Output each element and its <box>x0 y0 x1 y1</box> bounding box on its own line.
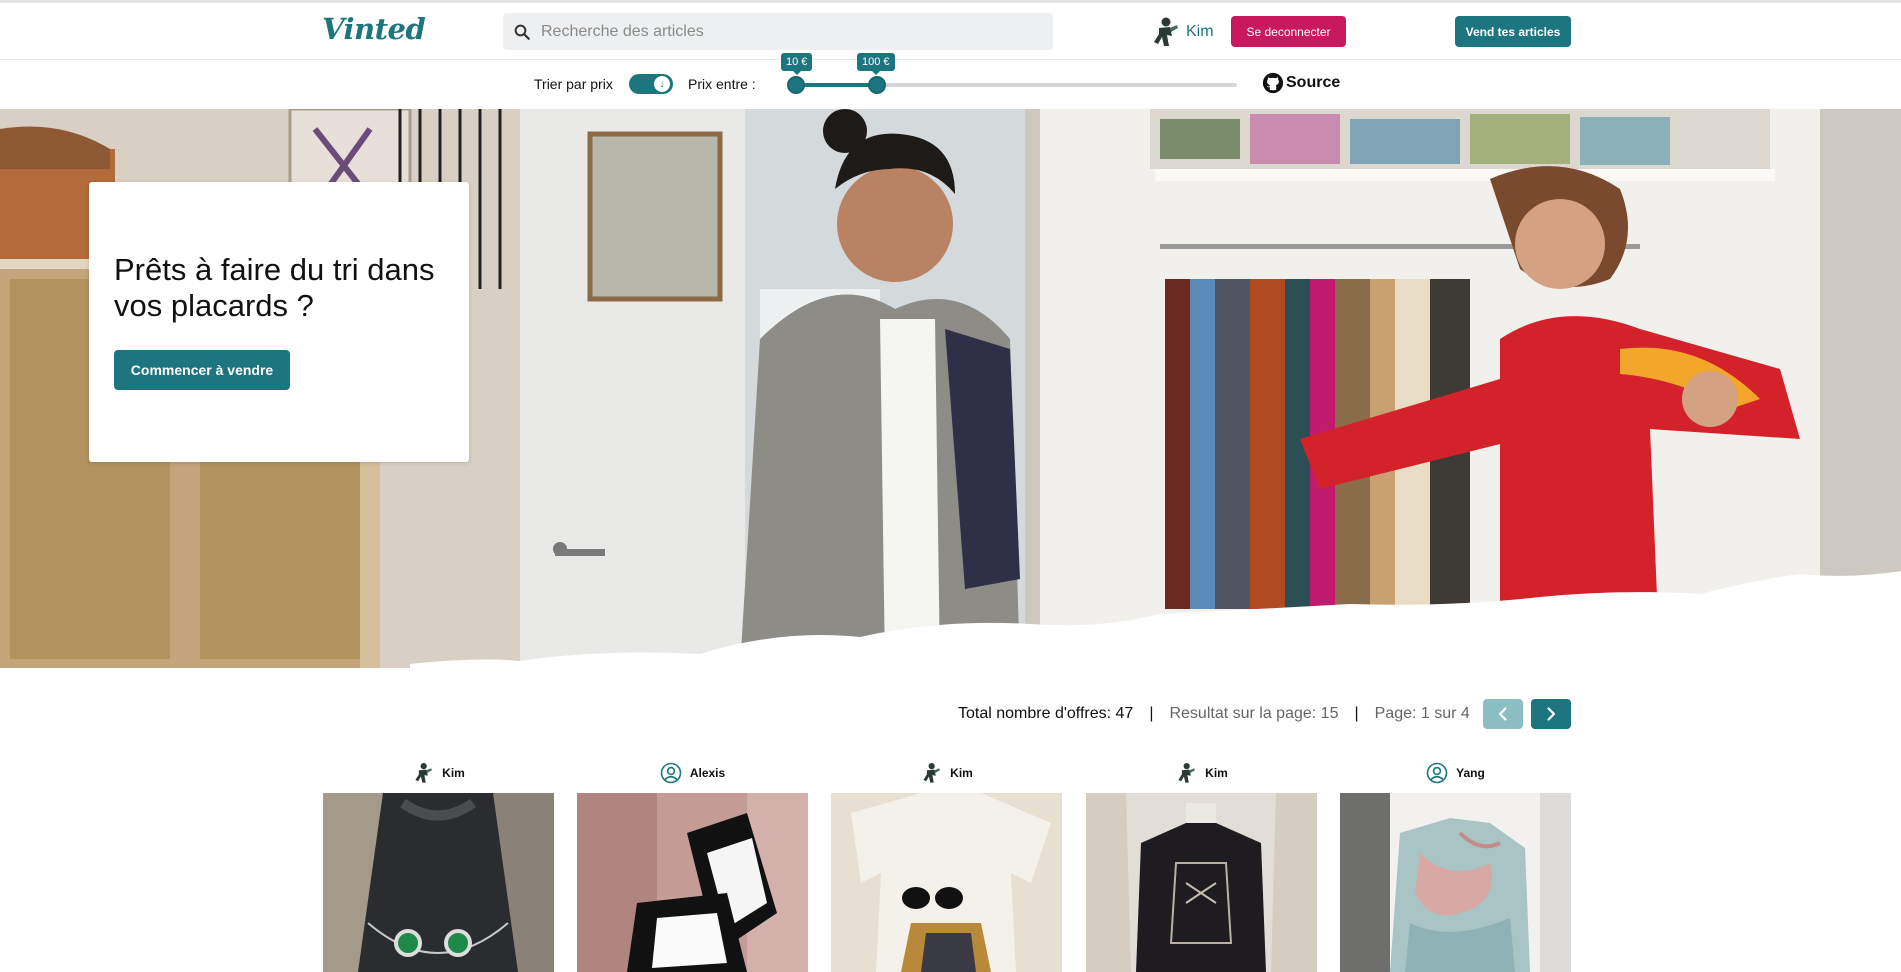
sort-by-price-toggle[interactable]: ↓ <box>629 74 673 94</box>
separator: | <box>1354 705 1359 722</box>
product-owner[interactable]: Kim <box>831 760 1062 786</box>
user-photo-avatar <box>1154 17 1178 46</box>
price-min-handle[interactable] <box>787 76 805 94</box>
price-max-tooltip: 100 € <box>857 53 895 75</box>
price-slider-range <box>796 83 877 87</box>
github-icon <box>1262 72 1284 94</box>
owner-name: Yang <box>1456 766 1485 780</box>
user-profile[interactable]: Kim <box>1150 13 1214 50</box>
source-link[interactable]: Source <box>1262 72 1340 94</box>
product-photo[interactable] <box>1340 793 1571 972</box>
logout-button[interactable]: Se deconnecter <box>1231 16 1346 47</box>
hero-card: Prêts à faire du tri dans vos placards ?… <box>89 182 469 462</box>
results-per-page: Resultat sur la page: 15 <box>1169 705 1339 722</box>
start-selling-button[interactable]: Commencer à vendre <box>114 350 290 390</box>
source-label: Source <box>1286 74 1341 91</box>
product-photo[interactable] <box>577 793 808 972</box>
header: Vinted Kim Se deconnecter Vend tes artic… <box>0 3 1901 60</box>
product-owner[interactable]: Kim <box>1086 760 1317 786</box>
separator: | <box>1149 705 1154 722</box>
user-outline-icon <box>660 762 682 784</box>
hero-title: Prêts à faire du tri dans vos placards ? <box>114 252 435 323</box>
results-summary: Total nombre d'offres: 47 | Resultat sur… <box>958 699 1470 729</box>
owner-name: Kim <box>950 766 973 780</box>
chevron-right-icon <box>1547 707 1556 721</box>
search-bar[interactable] <box>503 13 1053 50</box>
sort-by-price-label: Trier par prix <box>534 76 613 92</box>
user-photo-avatar <box>920 762 942 784</box>
product-card[interactable]: Yang <box>1340 760 1571 972</box>
product-photo[interactable] <box>323 793 554 972</box>
product-owner[interactable]: Yang <box>1340 760 1571 786</box>
product-owner[interactable]: Kim <box>323 760 554 786</box>
sell-items-button[interactable]: Vend tes articles <box>1455 16 1571 47</box>
user-photo-avatar <box>412 762 434 784</box>
vinted-logo[interactable]: Vinted <box>322 12 426 46</box>
user-name: Kim <box>1186 22 1214 40</box>
previous-page-button[interactable] <box>1483 699 1523 729</box>
chevron-left-icon <box>1498 707 1507 721</box>
next-page-button[interactable] <box>1531 699 1571 729</box>
price-min-tooltip: 10 € <box>781 53 813 75</box>
price-max-handle[interactable] <box>868 76 886 94</box>
product-photo[interactable] <box>1086 793 1317 972</box>
owner-name: Kim <box>442 766 465 780</box>
product-card[interactable]: Alexis <box>577 760 808 972</box>
product-card[interactable]: Kim <box>831 760 1062 972</box>
product-card[interactable]: Kim <box>1086 760 1317 972</box>
page-indicator: Page: 1 sur 4 <box>1374 705 1470 722</box>
total-offers: Total nombre d'offres: 47 <box>958 705 1134 722</box>
product-card[interactable]: Kim <box>323 760 554 972</box>
product-photo[interactable] <box>831 793 1062 972</box>
product-owner[interactable]: Alexis <box>577 760 808 786</box>
sort-arrow-icon: ↓ <box>654 76 670 92</box>
owner-name: Kim <box>1205 766 1228 780</box>
owner-name: Alexis <box>689 766 726 780</box>
price-range-label: Prix entre : <box>688 76 756 92</box>
search-input[interactable] <box>541 22 1021 41</box>
user-outline-icon <box>1426 762 1448 784</box>
search-icon <box>514 24 530 40</box>
filter-bar: Trier par prix ↓ Prix entre : 10 € 100 €… <box>0 53 1901 109</box>
user-photo-avatar <box>1175 762 1197 784</box>
hero-banner: Prêts à faire du tri dans vos placards ?… <box>0 109 1901 668</box>
